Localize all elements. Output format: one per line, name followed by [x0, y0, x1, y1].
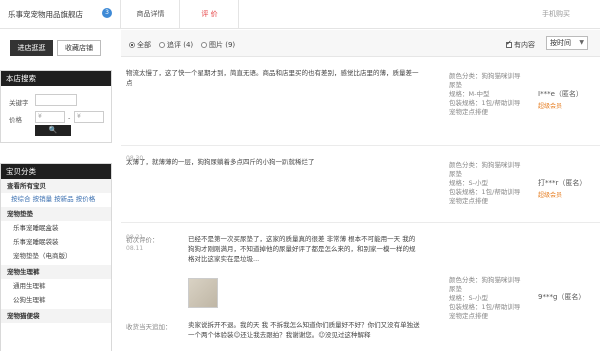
tab-product-details[interactable]: 商品详情: [122, 0, 180, 29]
keyword-label: 关键字: [9, 99, 29, 107]
review-text: 物流太慢了，这了快一个星期才到，简直无语。商品和店里买的也有差别，感觉比店里的薄…: [126, 69, 419, 87]
reviews-area: 全部 追评 (4) 图片 (9) 有内容 按时间▼ 物流太慢了，这了快一个星期才…: [121, 30, 600, 351]
followup-label: 收货当天追加：: [126, 323, 172, 331]
store-badge: 3: [102, 8, 112, 18]
header: 乐事宠宠物用品旗舰店 3 商品详情 评 价 手机购买: [0, 0, 600, 29]
followup-text: 卖家说拆开不退。我的天 我 不拆我怎么知道你们质量好不好？你们又没有单独送一个两…: [188, 321, 420, 339]
store-name[interactable]: 乐事宠宠物用品旗舰店: [8, 9, 83, 20]
review-sku-info: 颜色分类：狗狗猫咪训导 尿垫 规格：S-小型 包装规格：1包/帮助训导 宠物定点…: [449, 276, 521, 320]
keyword-input[interactable]: [35, 94, 77, 106]
store-search-panel: 本店搜索 关键字 价格 ¥ - ¥ 🔍: [0, 70, 112, 143]
reviewer-level: 超级会员: [538, 192, 563, 199]
filter-followup[interactable]: 追评 (4): [159, 40, 193, 50]
category-item[interactable]: 通用生理裤: [1, 280, 111, 293]
sort-links[interactable]: 按综合 按销量 按新品 按价格: [1, 193, 111, 206]
has-content-checkbox[interactable]: 有内容: [506, 39, 535, 50]
review-filter-bar: 全部 追评 (4) 图片 (9) 有内容 按时间▼: [121, 30, 600, 57]
category-item[interactable]: 乐事宠睡眠袋装: [1, 236, 111, 249]
initial-review-label: 初次评价：: [126, 236, 159, 244]
reviewer-name: I***e（匿名）: [538, 90, 583, 98]
tab-reviews[interactable]: 评 价: [181, 0, 239, 29]
enter-store-button[interactable]: 进店逛逛: [10, 40, 53, 56]
reviewer-level: 超级会员: [538, 103, 563, 110]
review-item: 太薄了，就薄薄的一层，狗狗尿躺着多点四斤的小狗一趴就稀烂了 08.21 颜色分类…: [121, 147, 600, 241]
category-group-poop-bags[interactable]: 宠物猫便袋: [1, 309, 111, 323]
sort-select[interactable]: 按时间 ▼: [546, 36, 588, 50]
checkbox-icon: [506, 39, 512, 48]
category-item[interactable]: 乐事宠睡眠盒装: [1, 222, 111, 235]
review-sku-info: 颜色分类：狗狗猫咪训导 尿垫 规格：M-中型 包装规格：1包/帮助训导 宠物定点…: [449, 72, 521, 116]
category-group-pads[interactable]: 宠物垫垫: [1, 207, 111, 221]
filter-all[interactable]: 全部: [129, 40, 151, 50]
radio-icon: [129, 42, 135, 48]
reviewer-name: 9***g（匿名）: [538, 293, 586, 301]
chevron-down-icon: ▼: [579, 39, 584, 46]
review-text: 太薄了，就薄薄的一层，狗狗尿躺着多点四斤的小狗一趴就稀烂了: [126, 158, 315, 166]
radio-icon: [159, 42, 165, 48]
price-dash: -: [68, 114, 71, 122]
review-sku-info: 颜色分类：狗狗猫咪训导 尿垫 规格：S-小型 包装规格：1包/帮助训导 宠物定点…: [449, 161, 521, 205]
price-max-input[interactable]: ¥: [74, 111, 104, 123]
category-item[interactable]: 公狗生理裤: [1, 294, 111, 307]
store-name-area[interactable]: 乐事宠宠物用品旗舰店 3: [0, 0, 121, 29]
price-label: 价格: [9, 116, 22, 124]
sidebar: 进店逛逛 收藏店铺 本店搜索 关键字 价格 ¥ - ¥ 🔍 宝贝分类 查看所有宝…: [0, 30, 118, 351]
category-item[interactable]: 宠物垫垫（电商版）: [1, 250, 111, 263]
price-min-input[interactable]: ¥: [35, 111, 65, 123]
filter-pictures[interactable]: 图片 (9): [201, 40, 235, 50]
mobile-buy-link[interactable]: 手机购买: [526, 0, 586, 29]
review-item: 初次评价： 08.11 已经不是第一次买尿垫了，这家的质量真的很差 非常薄 根本…: [121, 224, 600, 351]
review-item: 物流太慢了，这了快一个星期才到，简直无语。商品和店里买的也有差别，感觉比店里的薄…: [121, 58, 600, 162]
category-panel: 宝贝分类 查看所有宝贝 按综合 按销量 按新品 按价格 宠物垫垫 乐事宠睡眠盒装…: [0, 163, 112, 351]
search-button[interactable]: 🔍: [35, 125, 71, 136]
review-photo-thumbnail[interactable]: [188, 278, 218, 308]
store-search-title: 本店搜索: [1, 71, 111, 86]
initial-review-date: 08.11: [126, 245, 144, 252]
favorite-store-button[interactable]: 收藏店铺: [57, 40, 101, 56]
category-title: 宝贝分类: [1, 164, 111, 179]
review-text: 已经不是第一次买尿垫了，这家的质量真的很差 非常薄 根本不可能用一天 我的狗狗才…: [188, 235, 416, 263]
radio-icon: [201, 42, 207, 48]
all-items-link[interactable]: 查看所有宝贝: [1, 179, 111, 193]
reviewer-name: 打***r（匿名）: [538, 179, 587, 187]
category-group-diapers[interactable]: 宠物生理裤: [1, 265, 111, 279]
